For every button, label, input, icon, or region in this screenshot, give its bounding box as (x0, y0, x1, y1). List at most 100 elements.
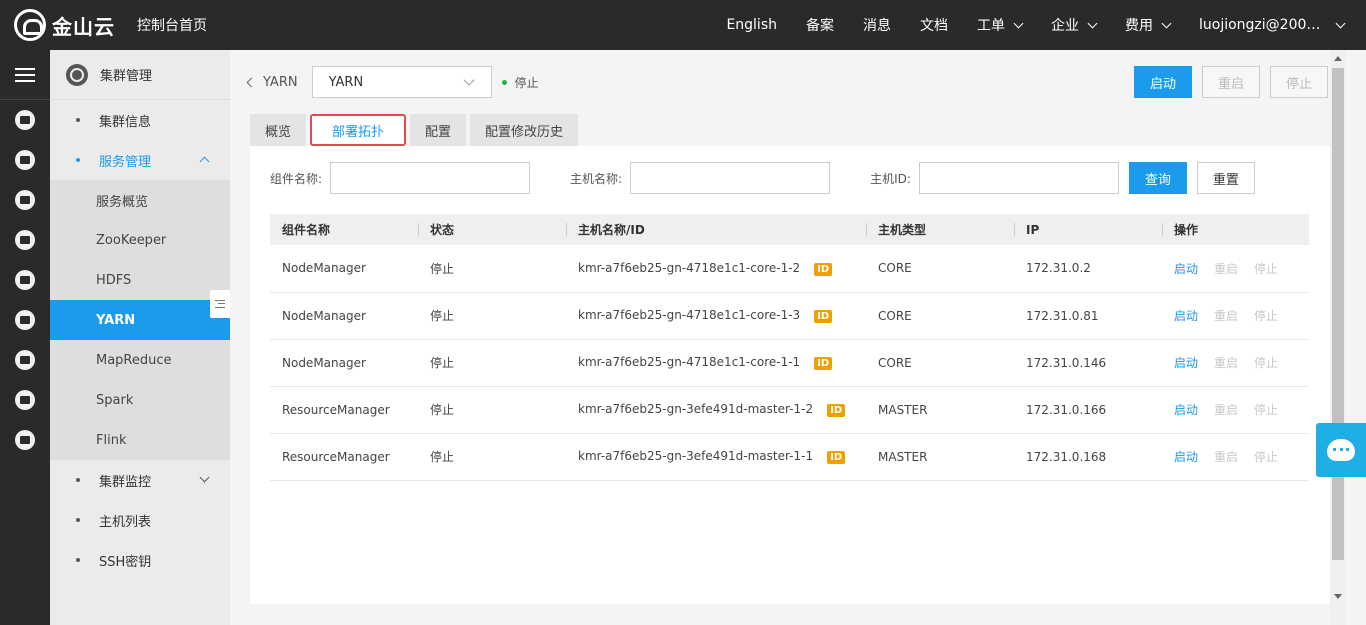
sidebar-item-cluster-monitoring[interactable]: 集群监控 (50, 460, 230, 500)
actions-cell: 启动 重启 停止 (1162, 339, 1309, 387)
hamburger-icon (15, 67, 35, 82)
nav-english[interactable]: English (726, 17, 777, 33)
sidebar-item-yarn[interactable]: YARN (50, 300, 230, 340)
scroll-up-icon[interactable] (1334, 56, 1342, 61)
rail-item-mail[interactable] (0, 380, 50, 420)
rail-item-server[interactable] (0, 100, 50, 140)
component-cell: ResourceManager (270, 433, 418, 481)
bullet-icon (76, 118, 80, 122)
top-nav-menu: English 备案 消息 文档 工单 企业 费用 luojiongzi@200… (697, 0, 1346, 50)
sidebar-item-spark[interactable]: Spark (50, 380, 230, 420)
rail-item-network[interactable] (0, 180, 50, 220)
reset-button[interactable]: 重置 (1196, 162, 1255, 194)
host-id-badge[interactable]: ID (814, 262, 833, 276)
sidebar-item-service-management[interactable]: 服务管理 (50, 140, 230, 180)
scrollbar-thumb[interactable] (1332, 68, 1344, 560)
back-link[interactable]: YARN (246, 74, 298, 90)
sidebar-item-flink[interactable]: Flink (50, 420, 230, 460)
row-stop-link[interactable]: 停止 (1254, 309, 1278, 323)
row-start-link[interactable]: 启动 (1174, 309, 1198, 323)
row-start-link[interactable]: 启动 (1174, 262, 1198, 276)
chevron-down-icon (462, 74, 475, 86)
row-stop-link[interactable]: 停止 (1254, 262, 1278, 276)
host-name: kmr-a7f6eb25-gn-3efe491d-master-1-2 (578, 402, 814, 416)
row-start-link[interactable]: 启动 (1174, 450, 1198, 464)
scroll-down-icon[interactable] (1334, 594, 1342, 599)
host-id-badge[interactable]: ID (814, 357, 833, 370)
host-icon (15, 150, 35, 170)
component-name-input[interactable] (330, 162, 531, 194)
rail-item-layers[interactable] (0, 300, 50, 340)
chevron-up-icon (199, 156, 210, 167)
back-label: YARN (263, 74, 298, 90)
start-button[interactable]: 启动 (1134, 66, 1192, 98)
sidebar-collapse-button[interactable] (210, 290, 230, 318)
host-cell: kmr-a7f6eb25-gn-3efe491d-master-1-1 ID (566, 433, 866, 481)
row-start-link[interactable]: 启动 (1174, 356, 1198, 370)
chevron-down-icon (1161, 18, 1172, 28)
nav-user-account[interactable]: luojiongzi@20000... (1199, 17, 1346, 33)
chevron-down-icon (199, 472, 210, 483)
query-button[interactable]: 查询 (1128, 162, 1187, 194)
sidebar-item-ssh-keys[interactable]: SSH密钥 (50, 540, 230, 580)
kingsoft-cloud-logo[interactable]: 金山云 (14, 9, 115, 41)
column-header: 组件名称 (270, 214, 418, 245)
service-select[interactable]: YARN (311, 66, 492, 98)
tab-overview[interactable]: 概览 (250, 114, 307, 146)
rail-item-database[interactable] (0, 260, 50, 300)
row-restart-link[interactable]: 重启 (1214, 450, 1238, 464)
stop-button[interactable]: 停止 (1270, 66, 1328, 98)
restart-button[interactable]: 重启 (1202, 66, 1260, 98)
sidebar-item-zookeeper[interactable]: ZooKeeper (50, 220, 230, 260)
page-scrollbar[interactable] (1330, 50, 1346, 625)
bullet-icon (76, 158, 80, 162)
menu-toggle-button[interactable] (0, 50, 50, 100)
rail-item-cloud-db[interactable] (0, 220, 50, 260)
row-stop-link[interactable]: 停止 (1254, 450, 1278, 464)
service-action-buttons: 启动 重启 停止 (1124, 66, 1328, 98)
sidebar-item-hdfs[interactable]: HDFS (50, 260, 230, 300)
nav-tickets[interactable]: 工单 (977, 15, 1024, 35)
row-start-link[interactable]: 启动 (1174, 403, 1198, 417)
row-stop-link[interactable]: 停止 (1254, 403, 1278, 417)
nav-beian[interactable]: 备案 (806, 15, 834, 35)
brand-name: 金山云 (52, 14, 115, 39)
host-cell: kmr-a7f6eb25-gn-4718e1c1-core-1-2 ID (566, 245, 866, 293)
mail-icon (15, 390, 35, 410)
status-cell: 停止 (418, 339, 566, 387)
sidebar-item-host-list[interactable]: 主机列表 (50, 500, 230, 540)
component-cell: NodeManager (270, 292, 418, 340)
nav-enterprise[interactable]: 企业 (1051, 15, 1098, 35)
row-stop-link[interactable]: 停止 (1254, 356, 1278, 370)
row-restart-link[interactable]: 重启 (1214, 403, 1238, 417)
host-id-badge[interactable]: ID (827, 451, 846, 464)
tab-config-history[interactable]: 配置修改历史 (470, 114, 579, 146)
rail-item-billing[interactable] (0, 420, 50, 460)
actions-cell: 启动 重启 停止 (1162, 292, 1309, 340)
row-restart-link[interactable]: 重启 (1214, 309, 1238, 323)
globe-icon (66, 63, 88, 86)
sidebar-item-service-overview[interactable]: 服务概览 (50, 180, 230, 220)
sidebar-item-cluster-info[interactable]: 集群信息 (50, 100, 230, 140)
rail-item-upload[interactable] (0, 340, 50, 380)
nav-billing[interactable]: 费用 (1125, 15, 1172, 35)
row-restart-link[interactable]: 重启 (1214, 262, 1238, 276)
host-cell: kmr-a7f6eb25-gn-3efe491d-master-1-2 ID (566, 386, 866, 434)
tab-configuration[interactable]: 配置 (410, 114, 467, 146)
sidebar-item-label: 服务管理 (99, 154, 152, 170)
nav-messages[interactable]: 消息 (863, 15, 891, 35)
customer-service-button[interactable] (1316, 423, 1366, 477)
sidebar-item-mapreduce[interactable]: MapReduce (50, 340, 230, 380)
console-home-link[interactable]: 控制台首页 (137, 15, 207, 35)
rail-item-host[interactable] (0, 140, 50, 180)
service-tabs: 概览 部署拓扑 配置 配置修改历史 (250, 114, 582, 146)
host-id-badge[interactable]: ID (827, 404, 846, 417)
host-name-input[interactable] (630, 162, 831, 194)
row-restart-link[interactable]: 重启 (1214, 356, 1238, 370)
host-id-input[interactable] (918, 162, 1119, 194)
collapse-menu-icon (215, 300, 225, 308)
host-id-badge[interactable]: ID (814, 310, 833, 323)
nav-docs[interactable]: 文档 (920, 15, 948, 35)
tab-deployment-topology[interactable]: 部署拓扑 (310, 114, 407, 146)
sidebar-item-label: 集群监控 (99, 474, 152, 490)
